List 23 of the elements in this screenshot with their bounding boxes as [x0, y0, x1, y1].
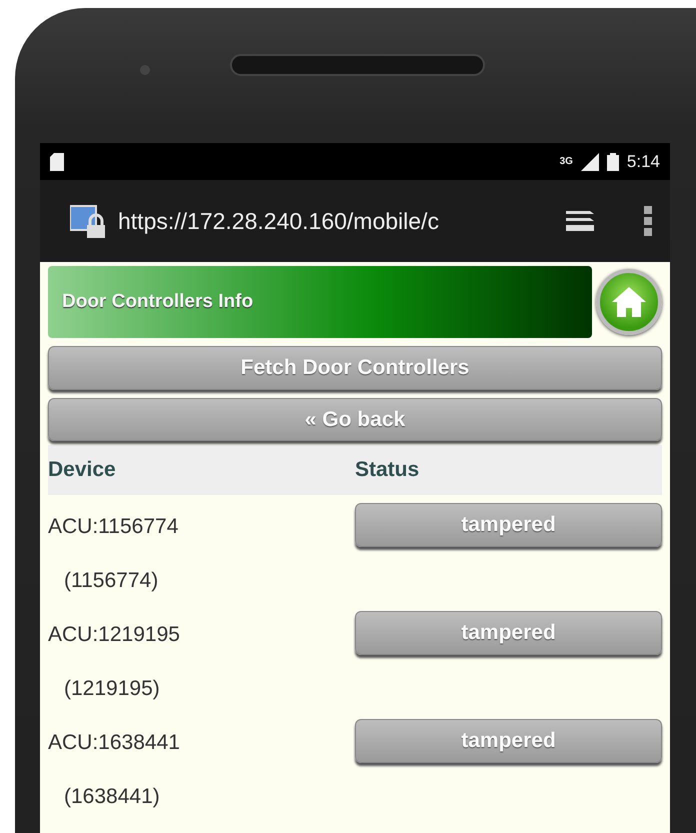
action-button[interactable]: « Go back — [48, 398, 662, 441]
page-header: Door Controllers Info — [48, 266, 592, 338]
battery-icon — [606, 152, 619, 170]
tabs-stack-icon[interactable] — [566, 209, 596, 233]
signal-icon — [580, 152, 599, 170]
column-header: Status — [355, 457, 420, 484]
home-button[interactable] — [596, 269, 662, 335]
status-button[interactable]: tampered — [355, 719, 662, 762]
device-name: ACU:1156774 — [48, 514, 180, 540]
sd-card-icon — [50, 152, 64, 170]
status-button[interactable]: tampered — [355, 503, 662, 546]
action-button[interactable]: Fetch Door Controllers — [48, 346, 662, 390]
device-name: ACU:1638441 — [48, 730, 181, 756]
network-type-label: 3G — [560, 155, 573, 169]
status-button[interactable]: tampered — [355, 611, 662, 654]
device-id: (1156774) — [64, 568, 160, 594]
column-header: Device — [48, 457, 117, 484]
device-name: ACU:1219195 — [48, 622, 181, 648]
device-id: (1219195) — [64, 676, 161, 702]
device-id: (1638441) — [64, 784, 161, 810]
home-icon — [611, 286, 647, 318]
overflow-menu-icon[interactable] — [644, 206, 652, 236]
clock: 5:14 — [626, 150, 660, 173]
